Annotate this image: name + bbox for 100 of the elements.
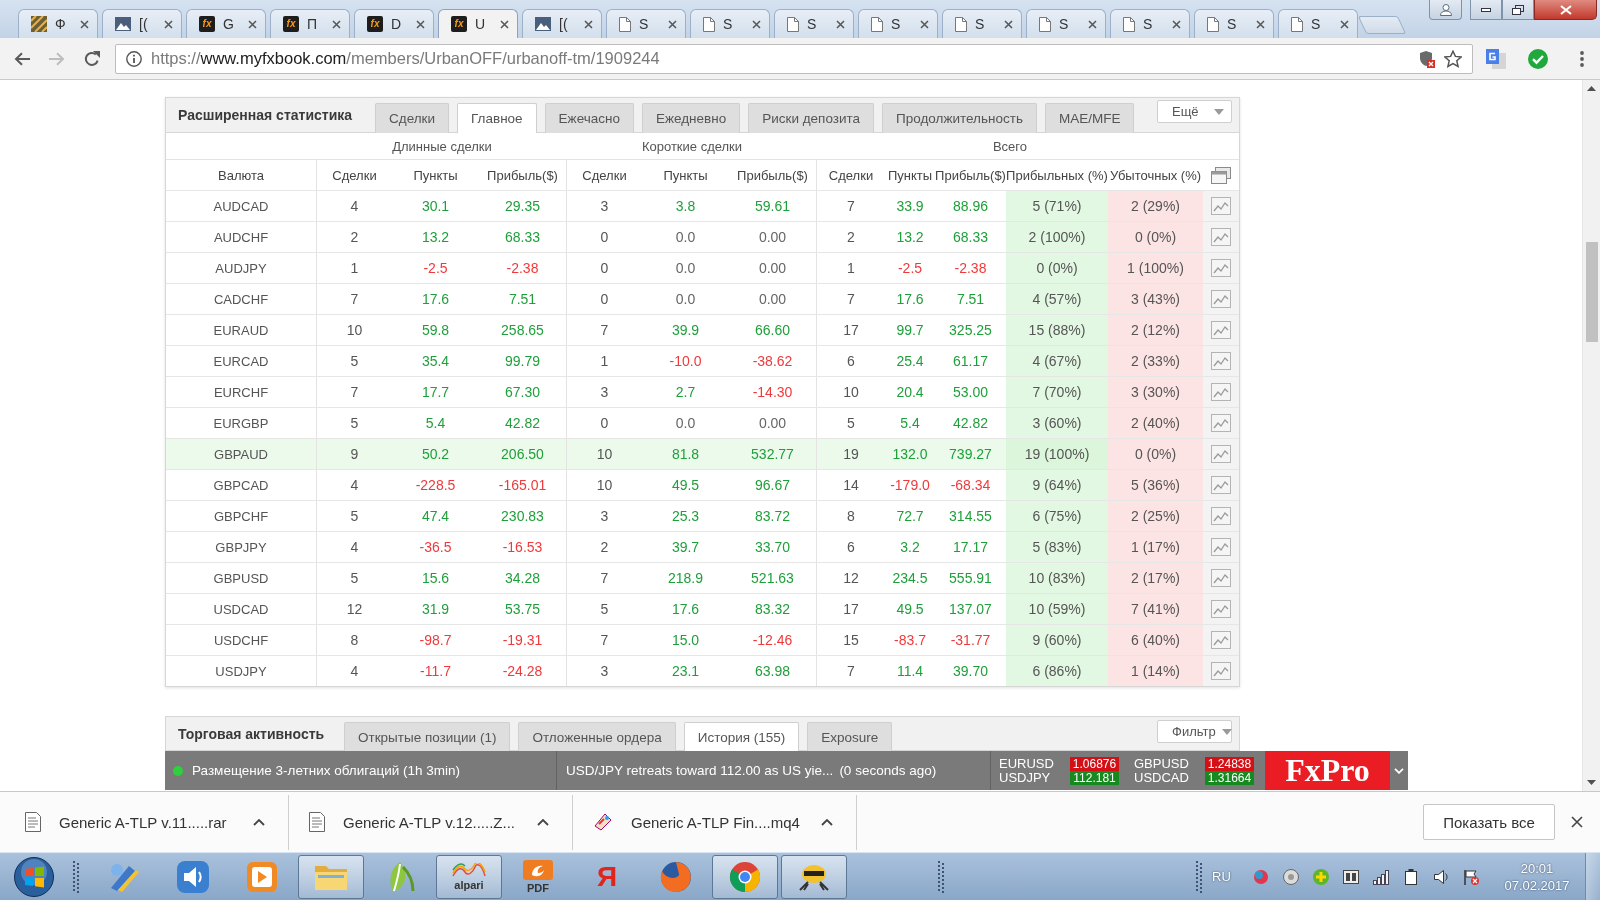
- circles-icon[interactable]: [1253, 868, 1269, 885]
- browser-tab[interactable]: [(: [522, 9, 602, 38]
- panel-tab[interactable]: Отложенные ордера: [518, 722, 676, 751]
- browser-tab[interactable]: S: [606, 9, 686, 38]
- close-icon[interactable]: [416, 19, 425, 29]
- panel-tab[interactable]: Ежечасно: [544, 103, 634, 133]
- grip-icon[interactable]: [1196, 860, 1202, 893]
- grip-icon[interactable]: [73, 860, 79, 893]
- scroll-down-icon[interactable]: [1587, 780, 1596, 785]
- check-circle-icon[interactable]: [1528, 48, 1548, 69]
- profile-button[interactable]: [1429, 0, 1462, 20]
- close-icon[interactable]: [164, 19, 173, 29]
- menu-icon[interactable]: [1580, 50, 1584, 67]
- url-text[interactable]: https://www.myfxbook.com/members/UrbanOFF/urbanoff-tm/1909244: [151, 49, 660, 68]
- browser-tab[interactable]: fx П: [270, 9, 350, 38]
- close-icon[interactable]: [1340, 19, 1349, 29]
- line-chart-icon[interactable]: [1211, 507, 1231, 525]
- line-chart-icon[interactable]: [1211, 631, 1231, 649]
- browser-tab[interactable]: S: [1278, 9, 1358, 38]
- close-icon[interactable]: [1004, 19, 1013, 29]
- browser-tab[interactable]: S: [1110, 9, 1190, 38]
- panel-tab[interactable]: История (155): [683, 722, 800, 751]
- filter-dropdown[interactable]: Фильтр: [1157, 720, 1232, 743]
- signal-icon[interactable]: [1373, 868, 1389, 885]
- browser-tab[interactable]: S: [858, 9, 938, 38]
- line-chart-icon[interactable]: [1211, 600, 1231, 618]
- browser-tab[interactable]: fx U: [438, 9, 518, 38]
- panel-tab[interactable]: Открытые позиции (1): [344, 722, 511, 751]
- start-button[interactable]: [12, 854, 56, 899]
- maximize-button[interactable]: [1502, 0, 1534, 20]
- panel-tab[interactable]: MAE/MFE: [1044, 103, 1135, 133]
- panel-tab[interactable]: Сделки: [375, 103, 449, 133]
- close-icon[interactable]: [752, 19, 761, 29]
- browser-tab[interactable]: Ф: [18, 9, 98, 38]
- line-chart-icon[interactable]: [1211, 321, 1231, 339]
- browser-tab[interactable]: S: [942, 9, 1022, 38]
- scroll-up-icon[interactable]: [1587, 86, 1596, 91]
- close-icon[interactable]: [248, 19, 257, 29]
- browser-tab[interactable]: S: [1026, 9, 1106, 38]
- close-icon[interactable]: [1172, 19, 1181, 29]
- disc-icon[interactable]: [1283, 868, 1299, 885]
- show-desktop-button[interactable]: [1585, 853, 1600, 900]
- info-icon[interactable]: [126, 50, 142, 67]
- line-chart-icon[interactable]: [1211, 259, 1231, 277]
- battery-icon[interactable]: [1405, 868, 1417, 885]
- line-chart-icon[interactable]: [1211, 662, 1231, 680]
- line-chart-icon[interactable]: [1211, 476, 1231, 494]
- line-chart-icon[interactable]: [1211, 383, 1231, 401]
- line-chart-icon[interactable]: [1211, 197, 1231, 215]
- line-chart-icon[interactable]: [1211, 290, 1231, 308]
- close-button[interactable]: [1534, 0, 1597, 20]
- download-item[interactable]: Generic A-TLP v.12.....Z...: [309, 812, 515, 832]
- volume-icon[interactable]: [1433, 868, 1449, 885]
- line-chart-icon[interactable]: [1211, 414, 1231, 432]
- extension-icon[interactable]: [1486, 48, 1506, 69]
- download-item[interactable]: Generic A-TLP v.11.....rar: [25, 812, 227, 832]
- close-icon[interactable]: [332, 19, 341, 29]
- close-icon[interactable]: [584, 19, 593, 29]
- star-icon[interactable]: [1444, 49, 1462, 68]
- show-all-button[interactable]: Показать все: [1423, 804, 1555, 840]
- minimize-button[interactable]: [1470, 0, 1502, 20]
- panel-tab[interactable]: Продолжительность: [882, 103, 1037, 133]
- browser-tab[interactable]: S: [774, 9, 854, 38]
- ticker-event[interactable]: Размещение 3-летних облигаций (1h 3min): [192, 763, 460, 778]
- close-icon[interactable]: [1088, 19, 1097, 29]
- line-chart-icon[interactable]: [1211, 538, 1231, 556]
- flag-icon[interactable]: [1463, 868, 1479, 885]
- panel-tab[interactable]: Главное: [457, 103, 537, 133]
- panel-tab[interactable]: Ежедневно: [641, 103, 741, 133]
- line-chart-icon[interactable]: [1211, 445, 1231, 463]
- close-icon[interactable]: [80, 19, 89, 29]
- browser-tab[interactable]: [(: [102, 9, 182, 38]
- close-icon[interactable]: [920, 19, 929, 29]
- stacked-windows-icon[interactable]: [1211, 166, 1231, 184]
- browser-tab[interactable]: S: [1194, 9, 1274, 38]
- browser-tab[interactable]: fx D: [354, 9, 434, 38]
- line-chart-icon[interactable]: [1211, 352, 1231, 370]
- address-bar[interactable]: https://www.myfxbook.com/members/UrbanOFF/urbanoff-tm/1909244: [115, 43, 1473, 74]
- close-icon[interactable]: [500, 19, 509, 29]
- news-headline[interactable]: USD/JPY retreats toward 112.00 as US yie...: [566, 763, 834, 778]
- shield-icon[interactable]: [1419, 49, 1435, 68]
- close-icon[interactable]: [668, 19, 677, 29]
- taskbar-app-button[interactable]: [781, 854, 847, 899]
- scrollbar[interactable]: [1582, 80, 1600, 791]
- taskbar-app-button[interactable]: alpari: [436, 854, 502, 899]
- line-chart-icon[interactable]: [1211, 228, 1231, 246]
- close-icon[interactable]: [1256, 19, 1265, 29]
- grip-icon[interactable]: [938, 860, 944, 893]
- brand-logo[interactable]: FxPro: [1265, 751, 1390, 790]
- close-icon[interactable]: [836, 19, 845, 29]
- taskbar-app-button[interactable]: PDF: [505, 854, 571, 899]
- more-dropdown[interactable]: Ещё: [1157, 100, 1232, 123]
- panel-tab[interactable]: Exposure: [807, 722, 893, 751]
- browser-tab[interactable]: S: [690, 9, 770, 38]
- scrollbar-thumb[interactable]: [1585, 242, 1598, 342]
- browser-tab[interactable]: fx G: [186, 9, 266, 38]
- download-item[interactable]: Generic A-TLP Fin....mq4: [593, 812, 800, 832]
- line-chart-icon[interactable]: [1211, 569, 1231, 587]
- panel-tab[interactable]: Риски депозита: [748, 103, 875, 133]
- window-icon[interactable]: [1343, 869, 1359, 884]
